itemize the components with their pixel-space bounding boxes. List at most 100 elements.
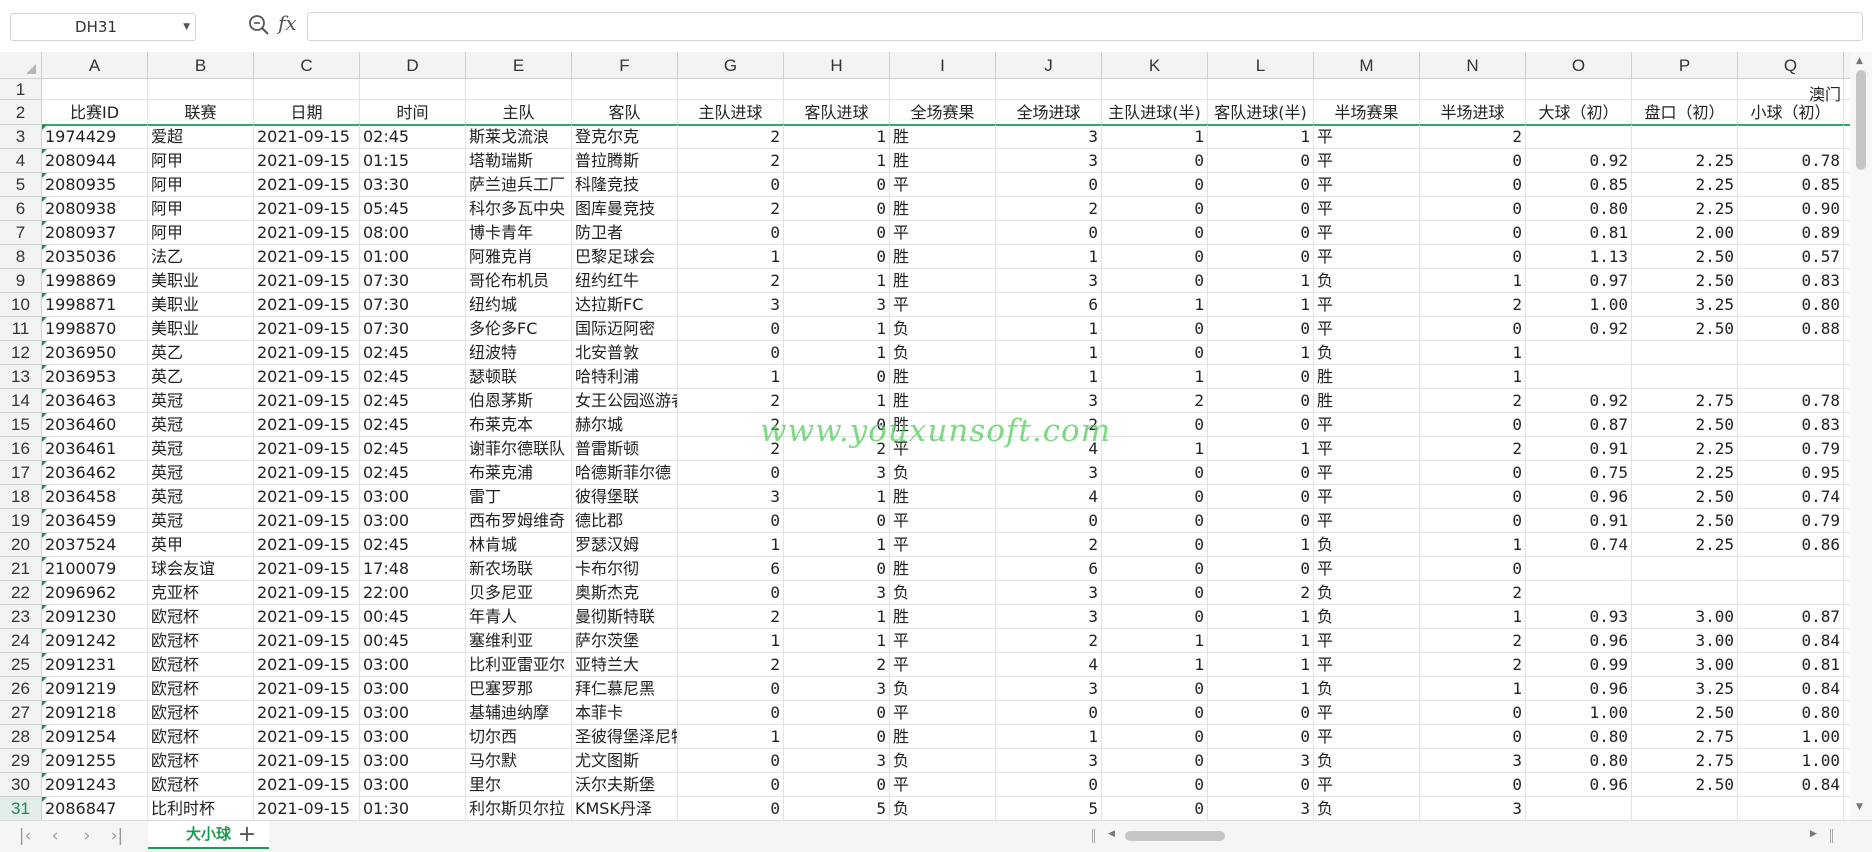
data-cell[interactable]: 2 <box>1420 581 1526 605</box>
first-sheet-icon[interactable]: |‹ <box>14 825 36 847</box>
data-cell[interactable]: 阿甲 <box>148 221 254 245</box>
split-handle[interactable] <box>1092 829 1095 843</box>
data-cell[interactable]: 2.25 <box>1632 149 1738 173</box>
data-cell[interactable]: 22:00 <box>360 581 466 605</box>
data-cell[interactable]: 2036459 <box>42 509 148 533</box>
data-cell[interactable]: 0 <box>678 317 784 341</box>
data-cell[interactable]: 0 <box>678 509 784 533</box>
data-cell[interactable]: 2091219 <box>42 677 148 701</box>
data-cell[interactable]: 2.25 <box>1632 461 1738 485</box>
data-cell[interactable]: 0 <box>678 677 784 701</box>
data-cell[interactable]: 0 <box>1208 701 1314 725</box>
data-cell[interactable]: 2080944 <box>42 149 148 173</box>
data-cell[interactable]: 负 <box>1314 533 1420 557</box>
column-header[interactable]: O <box>1526 52 1632 79</box>
data-cell[interactable]: 美职业 <box>148 317 254 341</box>
data-cell[interactable]: 平 <box>890 773 996 797</box>
data-cell[interactable]: 胜 <box>890 557 996 581</box>
data-cell[interactable]: 卡布尔彻 <box>572 557 678 581</box>
data-cell[interactable]: 0 <box>996 509 1102 533</box>
row-header[interactable]: 20 <box>0 533 42 557</box>
data-cell[interactable]: 0 <box>1208 149 1314 173</box>
cell[interactable] <box>1102 79 1208 100</box>
data-cell[interactable]: 2021-09-15 <box>254 125 360 149</box>
data-cell[interactable]: 0.57 <box>1738 245 1844 269</box>
data-cell[interactable]: 0.87 <box>1738 605 1844 629</box>
data-cell[interactable]: 3.00 <box>1632 605 1738 629</box>
data-cell[interactable]: 2036950 <box>42 341 148 365</box>
data-cell[interactable]: 1 <box>996 725 1102 749</box>
data-cell[interactable]: 负 <box>1314 749 1420 773</box>
column-header[interactable]: L <box>1208 52 1314 79</box>
data-cell[interactable]: 0 <box>996 701 1102 725</box>
data-cell[interactable]: 1 <box>678 533 784 557</box>
data-cell[interactable]: 0.80 <box>1526 749 1632 773</box>
data-cell[interactable]: 0 <box>1208 245 1314 269</box>
row-header[interactable]: 29 <box>0 749 42 773</box>
header-cell[interactable]: 日期 <box>254 100 360 125</box>
data-cell[interactable]: 2021-09-15 <box>254 533 360 557</box>
cell[interactable] <box>1526 79 1632 100</box>
data-cell[interactable]: 0 <box>784 773 890 797</box>
cell[interactable] <box>996 79 1102 100</box>
data-cell[interactable]: 0.97 <box>1526 269 1632 293</box>
data-cell[interactable]: 0 <box>1420 461 1526 485</box>
data-cell[interactable]: 3 <box>996 677 1102 701</box>
data-cell[interactable]: 2091230 <box>42 605 148 629</box>
data-cell[interactable]: 0.85 <box>1738 173 1844 197</box>
data-cell[interactable]: 2091254 <box>42 725 148 749</box>
data-cell[interactable]: 胜 <box>890 269 996 293</box>
data-cell[interactable]: 2021-09-15 <box>254 629 360 653</box>
data-cell[interactable]: 0.80 <box>1738 293 1844 317</box>
data-cell[interactable]: 阿雅克肖 <box>466 245 572 269</box>
cell[interactable] <box>890 79 996 100</box>
data-cell[interactable]: 1 <box>678 629 784 653</box>
data-cell[interactable]: 02:45 <box>360 341 466 365</box>
data-cell[interactable]: 布莱克浦 <box>466 461 572 485</box>
data-cell[interactable]: 6 <box>678 557 784 581</box>
data-cell[interactable]: 哥伦布机员 <box>466 269 572 293</box>
cell[interactable] <box>148 79 254 100</box>
data-cell[interactable]: 3 <box>996 605 1102 629</box>
data-cell[interactable]: 02:45 <box>360 365 466 389</box>
data-cell[interactable]: 3 <box>1420 749 1526 773</box>
data-cell[interactable]: 国际迈阿密 <box>572 317 678 341</box>
data-cell[interactable]: 0 <box>1420 773 1526 797</box>
data-cell[interactable]: 0 <box>784 701 890 725</box>
data-cell[interactable]: 英冠 <box>148 461 254 485</box>
data-cell[interactable]: 01:00 <box>360 245 466 269</box>
data-cell[interactable]: 0 <box>1102 749 1208 773</box>
data-cell[interactable]: 3 <box>784 461 890 485</box>
data-cell[interactable]: 2.50 <box>1632 413 1738 437</box>
data-cell[interactable]: 谢菲尔德联队 <box>466 437 572 461</box>
data-cell[interactable]: 1 <box>784 629 890 653</box>
data-cell[interactable]: 圣彼得堡泽尼特 <box>572 725 678 749</box>
data-cell[interactable]: 01:15 <box>360 149 466 173</box>
column-header[interactable]: K <box>1102 52 1208 79</box>
cell[interactable]: 澳门 <box>1738 79 1844 104</box>
data-cell[interactable]: 0 <box>1208 509 1314 533</box>
data-cell[interactable]: 2 <box>1420 629 1526 653</box>
data-cell[interactable]: 2.75 <box>1632 389 1738 413</box>
data-cell[interactable]: 2021-09-15 <box>254 365 360 389</box>
data-cell[interactable]: 0 <box>1420 173 1526 197</box>
data-cell[interactable]: 0 <box>1420 725 1526 749</box>
data-cell[interactable]: 2021-09-15 <box>254 269 360 293</box>
data-cell[interactable]: 3 <box>996 149 1102 173</box>
data-cell[interactable]: 1 <box>996 317 1102 341</box>
data-cell[interactable]: 1 <box>678 245 784 269</box>
data-cell[interactable]: 0 <box>1102 221 1208 245</box>
data-cell[interactable]: 2091231 <box>42 653 148 677</box>
scroll-right-icon[interactable]: ▶ <box>1810 829 1817 839</box>
data-cell[interactable]: 0 <box>784 413 890 437</box>
data-cell[interactable]: 平 <box>890 701 996 725</box>
data-cell[interactable]: 负 <box>890 461 996 485</box>
data-cell[interactable]: 1 <box>784 341 890 365</box>
cell[interactable] <box>1208 79 1314 100</box>
data-cell[interactable]: 03:00 <box>360 749 466 773</box>
data-cell[interactable]: 2036953 <box>42 365 148 389</box>
data-cell[interactable]: 0 <box>1102 581 1208 605</box>
data-cell[interactable]: 0 <box>784 557 890 581</box>
data-cell[interactable]: 2021-09-15 <box>254 509 360 533</box>
cell[interactable] <box>466 79 572 100</box>
